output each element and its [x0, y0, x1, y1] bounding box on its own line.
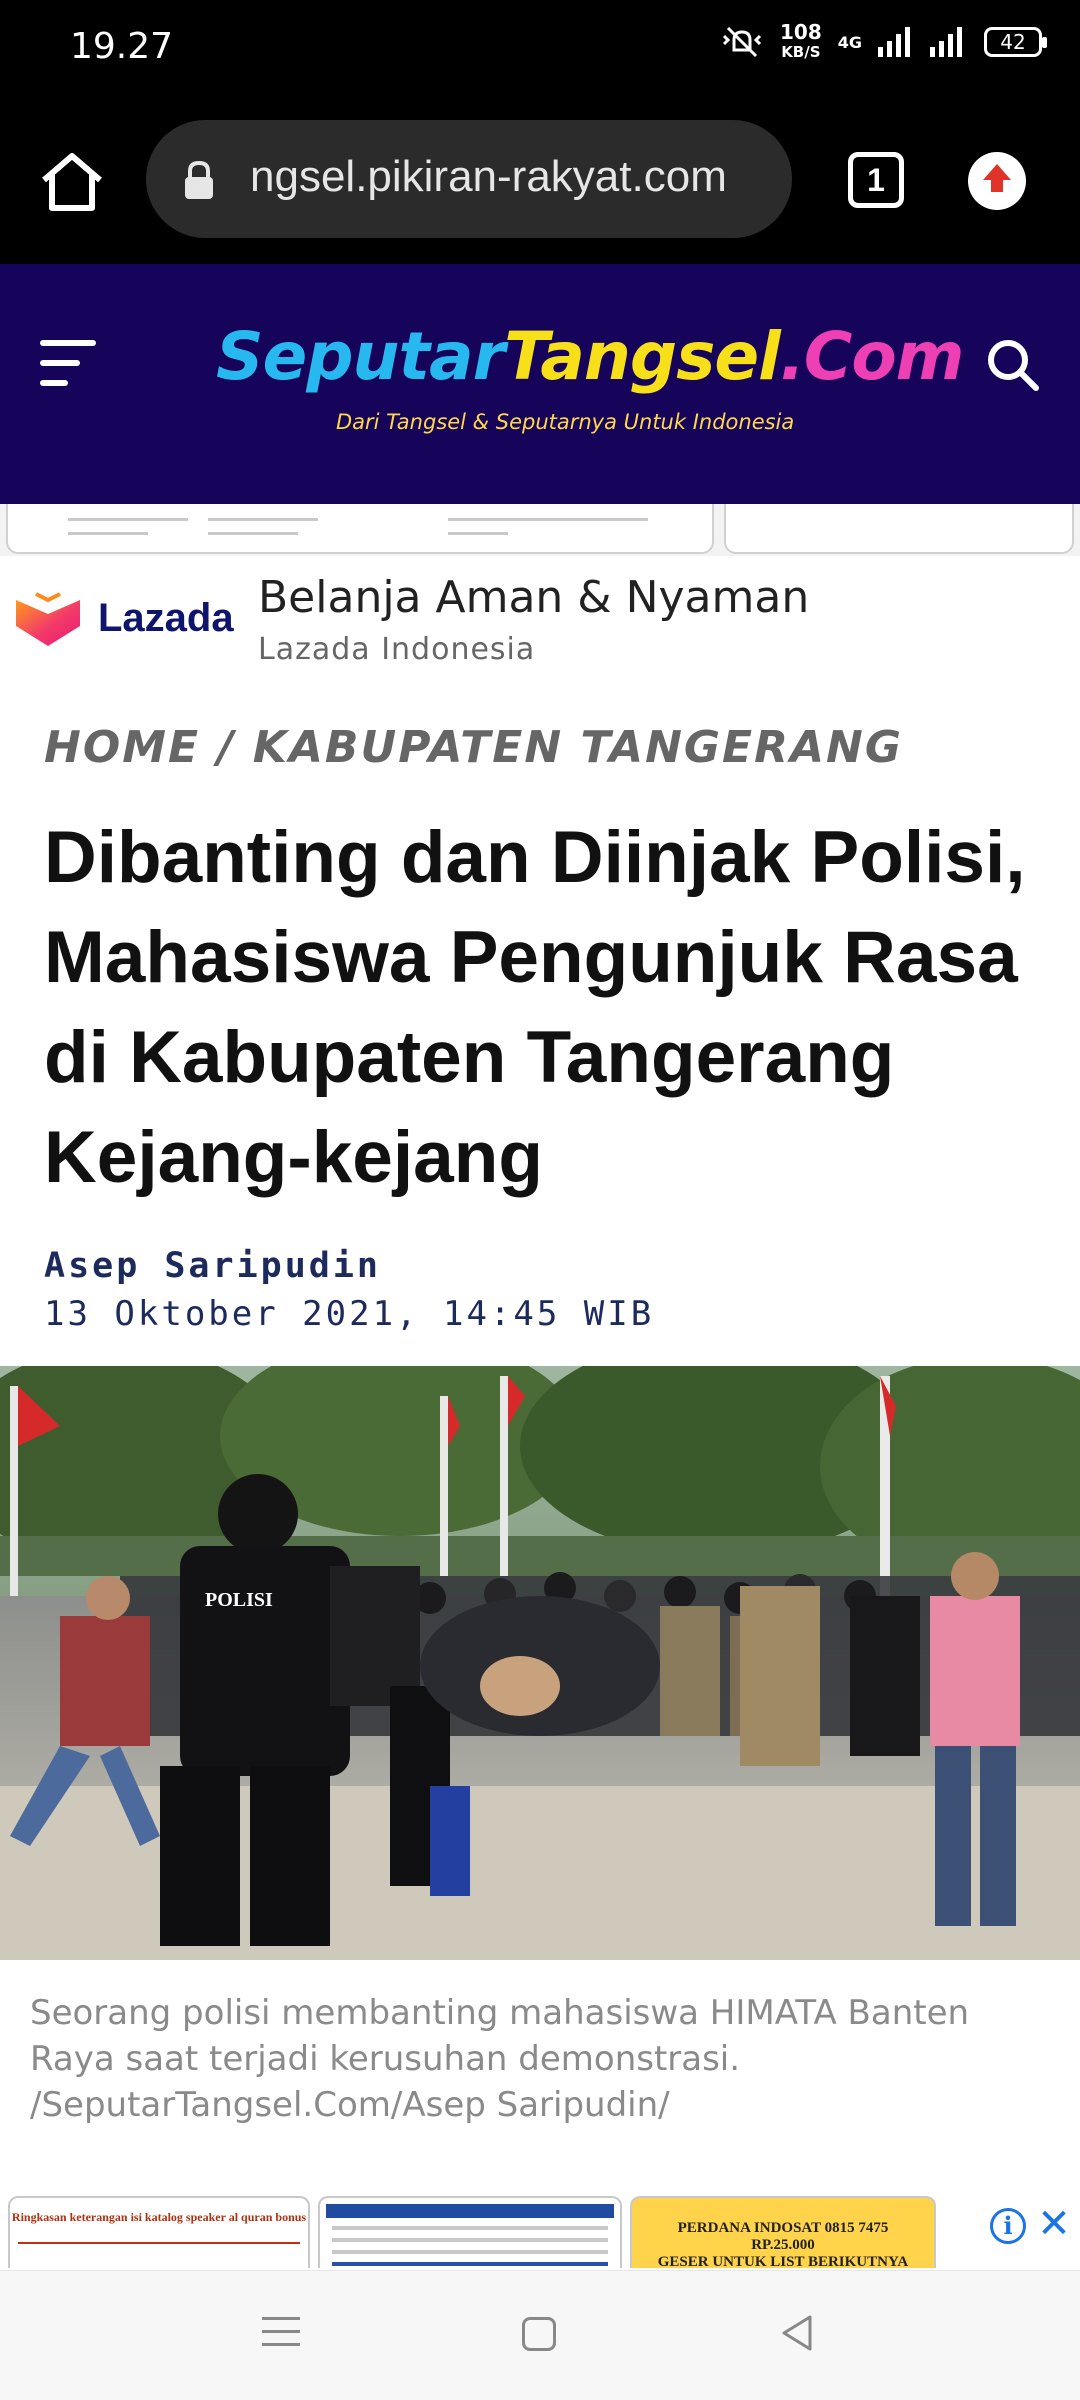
- lazada-heart-icon: [16, 592, 80, 646]
- status-time: 19.27: [70, 26, 174, 67]
- battery-icon: 42: [984, 27, 1047, 57]
- update-icon[interactable]: [968, 152, 1026, 210]
- close-ad-icon[interactable]: ✕: [1034, 2204, 1074, 2244]
- signal-icon-2: [930, 27, 962, 57]
- ad-info-icon[interactable]: i: [990, 2208, 1026, 2244]
- address-bar[interactable]: ngsel.pikiran-rakyat.com: [146, 120, 792, 238]
- article-date: 13 Oktober 2021, 14:45 WIB: [44, 1294, 655, 1334]
- ad-thumbnail[interactable]: Ringkasan keterangan isi katalog speaker…: [8, 2196, 310, 2268]
- police-vest-label: POLISI: [205, 1589, 273, 1611]
- photo-caption: Seorang polisi membanting mahasiswa HIMA…: [30, 1993, 970, 2125]
- article-author[interactable]: Asep Saripudin: [44, 1246, 381, 1286]
- ad-subtitle: Lazada Indonesia: [258, 632, 536, 667]
- ad-thumbnail[interactable]: PERDANA INDOSAT 0815 7475 RP.25.000 GESE…: [630, 2196, 936, 2270]
- site-logo[interactable]: SeputarTangsel.Com: [216, 318, 964, 395]
- home-icon[interactable]: [38, 148, 106, 216]
- browser-toolbar: ngsel.pikiran-rakyat.com 1: [0, 96, 1080, 264]
- bottom-ad-banner[interactable]: Ringkasan keterangan isi katalog speaker…: [0, 2194, 1080, 2270]
- back-icon[interactable]: [776, 2311, 820, 2355]
- article-photo[interactable]: POLISI: [0, 1366, 1080, 1960]
- status-bar: 19.27 108 KB/S 4G 42: [0, 0, 1080, 96]
- ad-title[interactable]: Belanja Aman & Nyaman: [258, 572, 809, 623]
- signal-icon-1: [878, 27, 910, 57]
- mute-vibrate-icon: [722, 26, 762, 58]
- net-speed: 108 KB/S: [779, 20, 822, 61]
- url-text: ngsel.pikiran-rakyat.com: [250, 152, 727, 201]
- breadcrumb[interactable]: HOME / KABUPATEN TANGERANG: [44, 722, 903, 773]
- network-type-label: 4G: [837, 32, 862, 52]
- ad-banner-strip[interactable]: [0, 504, 1080, 556]
- nav-home-icon[interactable]: [522, 2317, 556, 2351]
- system-navigation-bar: [0, 2270, 1080, 2400]
- tab-switcher-button[interactable]: 1: [848, 152, 904, 208]
- status-icons: 108 KB/S 4G 42: [720, 20, 1047, 62]
- ad-thumbnail[interactable]: [318, 2196, 622, 2268]
- lazada-ad-banner[interactable]: Lazada Belanja Aman & Nyaman Lazada Indo…: [0, 556, 1080, 674]
- site-header: SeputarTangsel.Com Dari Tangsel & Seputa…: [0, 264, 1080, 504]
- lazada-brand: Lazada: [98, 596, 234, 640]
- hamburger-menu-icon[interactable]: [40, 340, 96, 388]
- ad-thumbnail[interactable]: [6, 504, 714, 554]
- lock-icon: [185, 160, 213, 199]
- site-tagline: Dari Tangsel & Seputarnya Untuk Indonesi…: [336, 410, 795, 434]
- article-headline: Dibanting dan Diinjak Polisi, Mahasiswa …: [44, 817, 1026, 1198]
- ad-thumbnail[interactable]: [724, 504, 1074, 554]
- recent-apps-icon[interactable]: [262, 2317, 300, 2356]
- search-icon[interactable]: [982, 334, 1042, 394]
